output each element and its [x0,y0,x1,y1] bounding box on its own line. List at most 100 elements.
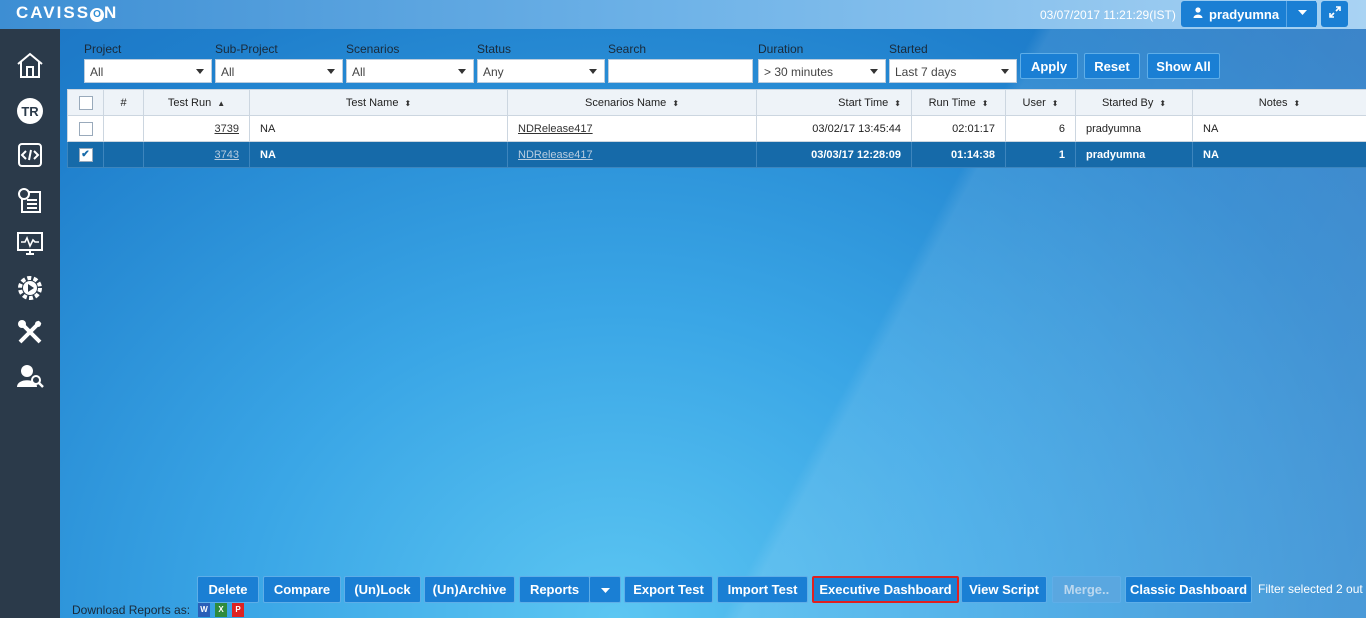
row-num [103,115,144,142]
test-run-link[interactable]: 3739 [215,123,239,135]
status-label: Status [477,42,512,56]
show-all-button[interactable]: Show All [1147,53,1220,79]
row-started-by: pradyumna [1075,115,1193,142]
test-runs-table: # Test Run ▲ Test Name ⬍ Scenarios Name ⬍ S… [67,89,1366,168]
col-header-num[interactable]: # [103,89,144,116]
row-checkbox[interactable] [78,121,93,136]
row-checkbox-cell[interactable]: ✔ [67,141,104,168]
row-test-name: NA [249,115,508,142]
filter-status-text: Filter selected 2 out [1258,582,1363,596]
subproject-label: Sub-Project [215,42,278,56]
duration-select[interactable]: > 30 minutes [758,59,886,83]
reports-dropdown-button[interactable] [589,576,621,603]
row-started-by: pradyumna [1075,141,1193,168]
row-run-time: 02:01:17 [911,115,1006,142]
scenarios-select[interactable]: All [346,59,474,83]
compare-button[interactable]: Compare [263,576,341,603]
row-start-time: 03/02/17 13:45:44 [756,115,912,142]
user-name: pradyumna [1209,6,1280,22]
user-icon [1193,7,1203,21]
col-header-started-by[interactable]: Started By ⬍ [1075,89,1193,116]
sort-icon: ▲ [217,98,226,108]
col-header-notes[interactable]: Notes ⬍ [1192,89,1366,116]
started-select[interactable]: Last 7 days [889,59,1017,83]
monitor-icon[interactable] [14,227,46,259]
sort-icon: ⬍ [894,98,901,108]
settings-play-icon[interactable] [14,272,46,304]
test-run-link[interactable]: 3743 [215,149,239,161]
test-run-icon[interactable]: TR [14,95,46,127]
table-row[interactable]: 3739 NA NDRelease417 03/02/17 13:45:44 0… [67,115,1366,142]
expand-icon [1328,6,1341,18]
view-script-button[interactable]: View Script [961,576,1047,603]
top-bar: CAVISS O N 03/07/2017 11:21:29(IST) pradyu… [0,0,1366,29]
status-select[interactable]: Any [477,59,605,83]
logo: CAVISS O N [16,3,119,22]
col-header-run-time[interactable]: Run Time ⬍ [911,89,1006,116]
import-test-button[interactable]: Import Test [717,576,808,603]
col-header-scenarios-name[interactable]: Scenarios Name ⬍ [507,89,757,116]
sort-icon: ⬍ [1159,98,1167,108]
row-checkbox-cell[interactable] [67,115,104,142]
user-dropdown-caret[interactable] [1286,1,1317,27]
home-icon[interactable] [14,49,46,81]
sort-icon: ⬍ [1293,98,1301,108]
row-user: 6 [1005,115,1076,142]
user-search-icon[interactable] [14,360,46,392]
row-scenario[interactable]: NDRelease417 [507,141,757,168]
pdf-doc-icon[interactable]: P [232,603,244,617]
started-label: Started [889,42,928,56]
unarchive-button[interactable]: (Un)Archive [424,576,515,603]
caret-down-icon [589,69,597,74]
table-row[interactable]: ✔ 3743 NA NDRelease417 03/03/17 12:28:09… [67,141,1366,168]
project-select[interactable]: All [84,59,212,83]
row-scenario[interactable]: NDRelease417 [507,115,757,142]
subproject-select[interactable]: All [215,59,343,83]
sort-icon: ⬍ [672,98,680,108]
script-code-icon[interactable] [14,139,46,171]
svg-text:TR: TR [21,104,39,119]
classic-dashboard-button[interactable]: Classic Dashboard [1125,576,1252,603]
sort-icon: ⬍ [981,98,989,108]
executive-dashboard-button[interactable]: Executive Dashboard [812,576,959,603]
row-checkbox-checked[interactable]: ✔ [78,147,93,162]
select-all-header[interactable] [67,89,104,116]
search-input[interactable] [608,59,753,83]
col-header-user[interactable]: User ⬍ [1005,89,1076,116]
scenario-link[interactable]: NDRelease417 [518,149,593,161]
unlock-button[interactable]: (Un)Lock [344,576,421,603]
row-num [103,141,144,168]
select-all-checkbox[interactable] [78,95,93,110]
expand-button[interactable] [1321,1,1348,27]
caret-down-icon [870,69,878,74]
sort-icon: ⬍ [1051,98,1059,108]
excel-doc-icon[interactable]: X [215,603,227,617]
row-notes: NA [1192,115,1366,142]
reports-button[interactable]: Reports [519,576,590,603]
apply-button[interactable]: Apply [1020,53,1078,79]
col-header-test-run[interactable]: Test Run ▲ [143,89,250,116]
export-test-button[interactable]: Export Test [624,576,713,603]
row-test-run[interactable]: 3743 [143,141,250,168]
scenario-link[interactable]: NDRelease417 [518,123,593,135]
delete-button[interactable]: Delete [197,576,259,603]
project-label: Project [84,42,122,56]
table-header-row: # Test Run ▲ Test Name ⬍ Scenarios Name ⬍ S… [67,89,1366,116]
word-doc-icon[interactable]: W [198,603,210,617]
col-header-test-name[interactable]: Test Name ⬍ [249,89,508,116]
row-run-time: 01:14:38 [911,141,1006,168]
caret-down-icon [327,69,335,74]
reset-button[interactable]: Reset [1084,53,1140,79]
row-test-run[interactable]: 3739 [143,115,250,142]
row-test-name: NA [249,141,508,168]
search-label: Search [608,42,647,56]
caret-down-icon [600,587,610,593]
scenarios-label: Scenarios [346,42,400,56]
merge-button[interactable]: Merge.. [1052,576,1121,603]
datetime-display: 03/07/2017 11:21:29(IST) [1040,8,1176,22]
sort-icon: ⬍ [404,98,412,108]
col-header-start-time[interactable]: Start Time ⬍ [756,89,912,116]
reports-icon[interactable] [14,184,46,216]
tools-icon[interactable] [14,316,46,348]
row-notes: NA [1192,141,1366,168]
